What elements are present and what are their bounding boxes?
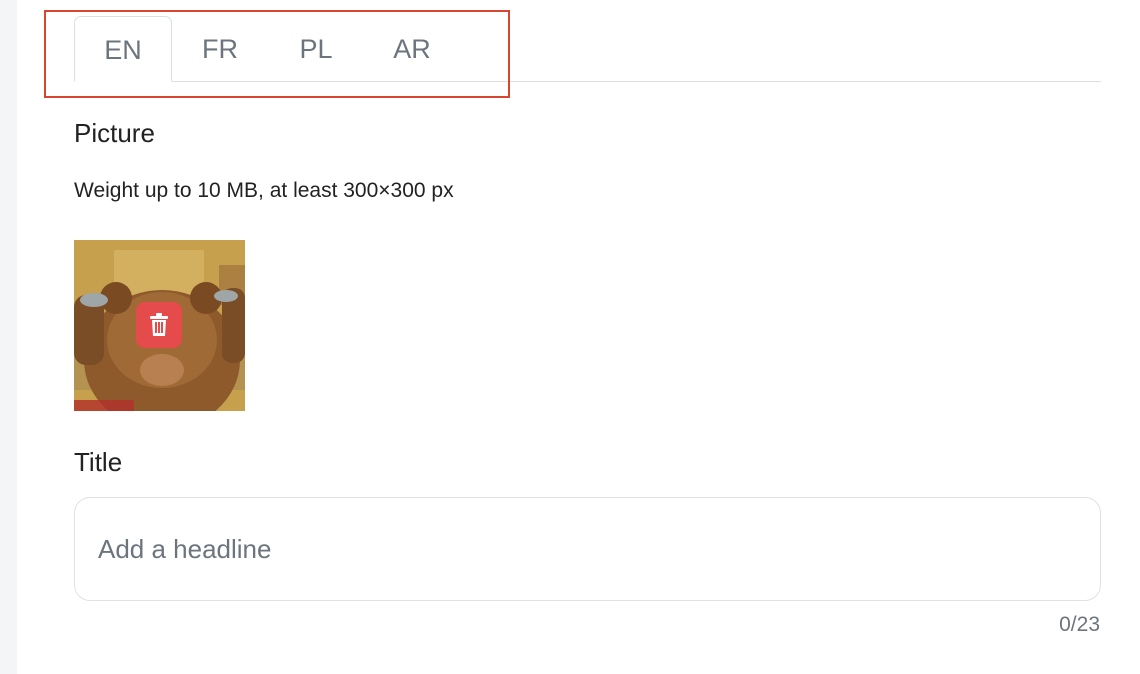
title-char-counter: 0/23	[1059, 613, 1100, 636]
left-panel-strip	[0, 0, 17, 674]
title-label: Title	[74, 447, 123, 477]
trash-icon	[150, 313, 168, 336]
uploaded-picture-thumbnail	[74, 240, 245, 411]
title-input[interactable]	[74, 497, 1101, 601]
delete-picture-button[interactable]	[136, 302, 182, 348]
tabs-highlight-box	[44, 10, 510, 98]
picture-label: Picture	[74, 118, 155, 148]
picture-hint: Weight up to 10 MB, at least 300×300 px	[74, 179, 454, 202]
